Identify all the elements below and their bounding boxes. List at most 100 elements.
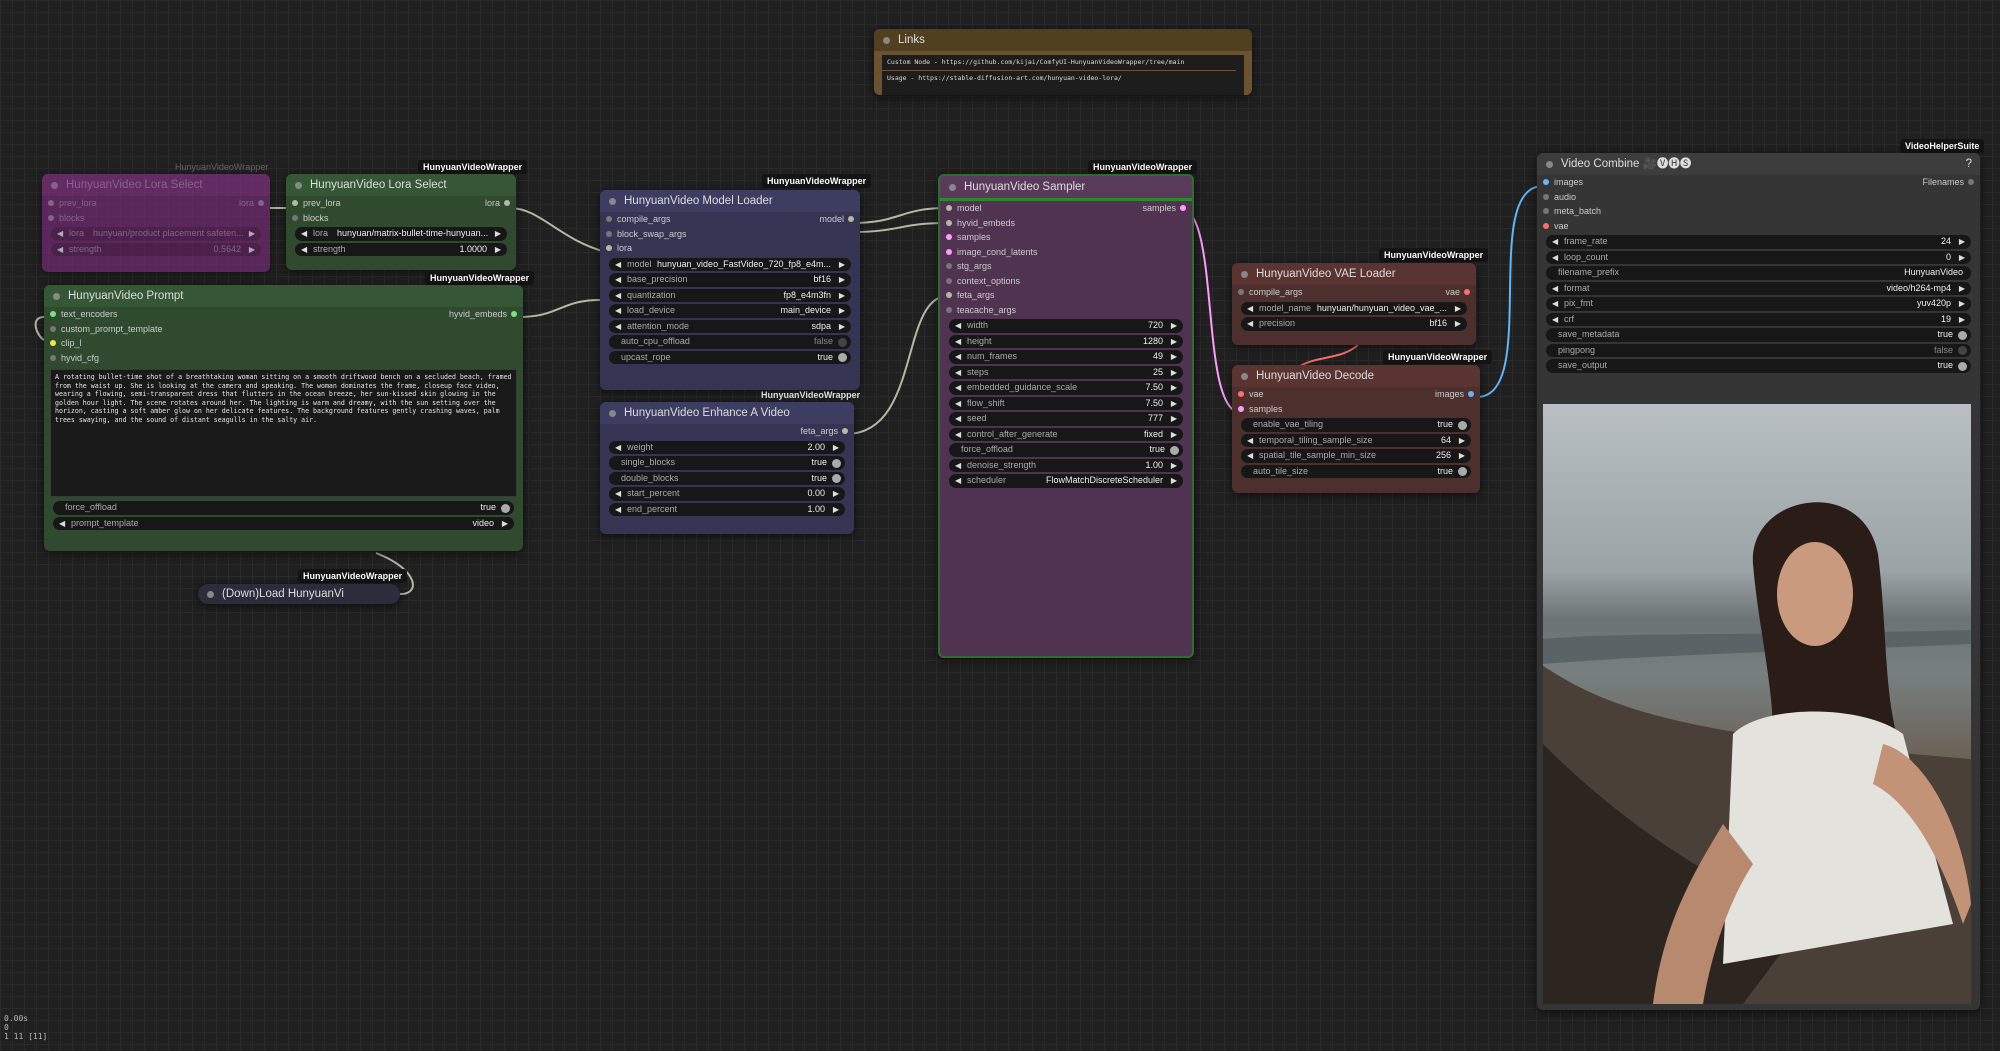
arrow-right-icon[interactable]: ▶ [1455, 302, 1461, 316]
arrow-left-icon[interactable]: ◀ [1552, 297, 1558, 311]
arrow-right-icon[interactable]: ▶ [1171, 459, 1177, 473]
weight-number[interactable]: ◀ weight 2.00 ▶ [609, 440, 845, 455]
arrow-right-icon[interactable]: ▶ [495, 227, 501, 241]
download-node-collapsed[interactable]: (Down)Load HunyuanVi [198, 584, 400, 604]
lora-select-bypassed-node[interactable]: HunyuanVideo Lora Select prev_lora lora b… [42, 174, 270, 272]
arrow-right-icon[interactable]: ▶ [833, 503, 839, 517]
input-pin[interactable] [292, 214, 298, 221]
arrow-right-icon[interactable]: ▶ [1459, 449, 1465, 463]
filename-prefix-input[interactable]: filename_prefix HunyuanVideo [1546, 266, 1971, 280]
arrow-right-icon[interactable]: ▶ [1171, 319, 1177, 333]
arrow-right-icon[interactable]: ▶ [839, 289, 845, 303]
collapse-dot-icon[interactable] [51, 182, 58, 189]
arrow-right-icon[interactable]: ▶ [1171, 428, 1177, 442]
output-pin[interactable] [1464, 289, 1470, 295]
arrow-left-icon[interactable]: ◀ [1552, 282, 1558, 296]
arrow-left-icon[interactable]: ◀ [57, 227, 63, 241]
output-pin[interactable] [258, 200, 264, 206]
arrow-right-icon[interactable]: ▶ [1171, 474, 1177, 488]
arrow-left-icon[interactable]: ◀ [955, 474, 961, 488]
collapse-dot-icon[interactable] [1241, 373, 1248, 380]
num-frames-number[interactable]: ◀ num_frames 49 ▶ [949, 350, 1183, 364]
arrow-right-icon[interactable]: ▶ [1171, 366, 1177, 380]
arrow-left-icon[interactable]: ◀ [615, 258, 621, 272]
arrow-right-icon[interactable]: ▶ [833, 441, 839, 455]
collapse-dot-icon[interactable] [1546, 161, 1553, 168]
input-pin[interactable] [50, 354, 56, 361]
arrow-right-icon[interactable]: ▶ [1959, 235, 1965, 249]
arrow-right-icon[interactable]: ▶ [249, 227, 255, 241]
prompt-template-combo[interactable]: ◀ prompt_template video ▶ [53, 516, 514, 531]
input-pin[interactable] [50, 325, 56, 332]
arrow-left-icon[interactable]: ◀ [1247, 449, 1253, 463]
strength-number[interactable]: ◀ strength 0.5642 ▶ [51, 242, 261, 257]
vae-precision-combo[interactable]: ◀ precision bf16 ▶ [1241, 317, 1467, 331]
arrow-left-icon[interactable]: ◀ [955, 335, 961, 349]
arrow-left-icon[interactable]: ◀ [955, 319, 961, 333]
input-pin[interactable] [946, 277, 952, 284]
load-device-combo[interactable]: ◀ load_device main_device ▶ [609, 304, 851, 318]
lora-select-node[interactable]: HunyuanVideo Lora Select prev_lora lora b… [286, 174, 516, 270]
arrow-right-icon[interactable]: ▶ [839, 273, 845, 287]
upcast-rope-toggle[interactable]: upcast_rope true [609, 350, 851, 364]
input-pin[interactable] [1543, 179, 1549, 185]
input-pin[interactable] [946, 263, 952, 269]
arrow-right-icon[interactable]: ▶ [1171, 381, 1177, 395]
arrow-left-icon[interactable]: ◀ [955, 428, 961, 442]
arrow-right-icon[interactable]: ▶ [502, 517, 508, 531]
arrow-right-icon[interactable]: ▶ [1455, 317, 1461, 331]
arrow-left-icon[interactable]: ◀ [1247, 317, 1253, 331]
force-offload-toggle[interactable]: force_offload true [949, 443, 1183, 457]
output-pin[interactable] [1468, 391, 1474, 397]
arrow-left-icon[interactable]: ◀ [615, 304, 621, 318]
arrow-right-icon[interactable]: ▶ [1171, 397, 1177, 411]
collapse-dot-icon[interactable] [1241, 271, 1248, 278]
collapse-dot-icon[interactable] [609, 410, 616, 417]
arrow-left-icon[interactable]: ◀ [1552, 313, 1558, 327]
collapse-dot-icon[interactable] [53, 293, 60, 300]
video-preview[interactable] [1543, 404, 1971, 1004]
input-pin[interactable] [946, 248, 952, 255]
prompt-node[interactable]: HunyuanVideo Prompt text_encoders hyvid_e… [44, 285, 523, 551]
lora-combo[interactable]: ◀ lora hunyuan/product placement safeten..… [51, 227, 261, 241]
links-note-node[interactable]: Links Custom Node - https://github.com/k… [874, 29, 1252, 95]
decode-node[interactable]: HunyuanVideo Decode vae images samples en… [1232, 365, 1480, 493]
steps-number[interactable]: ◀ steps 25 ▶ [949, 365, 1183, 380]
width-number[interactable]: ◀ width 720 ▶ [949, 319, 1183, 333]
arrow-left-icon[interactable]: ◀ [955, 366, 961, 380]
arrow-left-icon[interactable]: ◀ [615, 320, 621, 334]
model-combo[interactable]: ◀ model hunyuan_video_FastVideo_720_fp8_e4… [609, 257, 851, 272]
enable-vae-tiling-toggle[interactable]: enable_vae_tiling true [1241, 418, 1471, 432]
save-output-toggle[interactable]: save_output true [1546, 359, 1971, 373]
end-percent-number[interactable]: ◀ end_percent 1.00 ▶ [609, 502, 845, 517]
input-pin[interactable] [1238, 289, 1244, 295]
arrow-right-icon[interactable]: ▶ [1171, 350, 1177, 364]
arrow-left-icon[interactable]: ◀ [1552, 235, 1558, 249]
temporal-tiling-number[interactable]: ◀ temporal_tiling_sample_size 64 ▶ [1241, 433, 1471, 447]
arrow-right-icon[interactable]: ▶ [1959, 297, 1965, 311]
arrow-left-icon[interactable]: ◀ [955, 397, 961, 411]
arrow-right-icon[interactable]: ▶ [495, 243, 501, 257]
input-pin[interactable] [48, 214, 54, 221]
arrow-right-icon[interactable]: ▶ [1171, 412, 1177, 426]
start-percent-number[interactable]: ◀ start_percent 0.00 ▶ [609, 487, 845, 501]
arrow-right-icon[interactable]: ▶ [249, 243, 255, 257]
input-pin[interactable] [292, 200, 298, 206]
arrow-left-icon[interactable]: ◀ [57, 243, 63, 257]
flow-shift-number[interactable]: ◀ flow_shift 7.50 ▶ [949, 396, 1183, 411]
output-pin[interactable] [511, 311, 517, 317]
input-pin[interactable] [946, 292, 952, 298]
input-pin[interactable] [946, 219, 952, 226]
arrow-left-icon[interactable]: ◀ [955, 459, 961, 473]
crf-number[interactable]: ◀ crf 19 ▶ [1546, 312, 1971, 327]
input-pin[interactable] [606, 245, 612, 251]
output-pin[interactable] [842, 428, 848, 434]
arrow-right-icon[interactable]: ▶ [1959, 251, 1965, 265]
loop-count-number[interactable]: ◀ loop_count 0 ▶ [1546, 250, 1971, 265]
help-icon[interactable]: ? [1966, 153, 1972, 175]
collapse-dot-icon[interactable] [295, 182, 302, 189]
pix-fmt-combo[interactable]: ◀ pix_fmt yuv420p ▶ [1546, 297, 1971, 311]
arrow-left-icon[interactable]: ◀ [955, 350, 961, 364]
sampler-node[interactable]: HunyuanVideo Sampler model samples hyvid_… [938, 174, 1194, 658]
input-pin[interactable] [946, 205, 952, 211]
